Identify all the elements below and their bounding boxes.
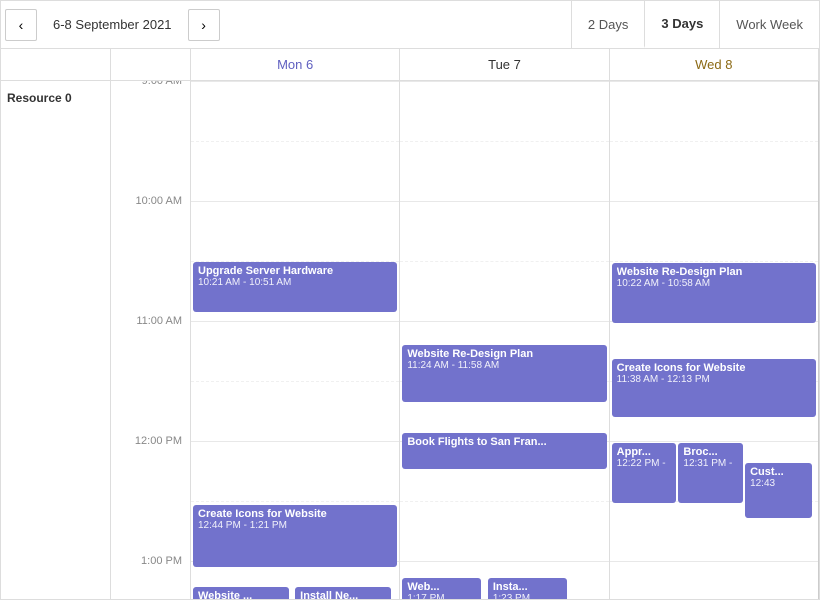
event-time: 10:21 AM - 10:51 AM <box>198 277 392 288</box>
day-column-wed: Website Re-Design Plan10:22 AM - 10:58 A… <box>610 81 819 599</box>
hour-line <box>400 201 608 202</box>
hour-line <box>610 441 818 442</box>
event-title: Create Icons for Website <box>198 508 392 520</box>
day-header-tue: Tue 7 <box>400 49 609 80</box>
event-time: 11:38 AM - 12:13 PM <box>617 374 811 385</box>
event-title: Appr... <box>617 446 672 458</box>
event-title: Cust... <box>750 466 807 478</box>
hour-line <box>400 81 608 82</box>
time-label: 10:00 AM <box>136 195 182 207</box>
calendar-app: ‹ 6-8 September 2021 › 2 Days 3 Days Wor… <box>0 0 820 600</box>
event-time: 12:31 PM - <box>683 458 738 469</box>
half-hour-line <box>400 141 608 142</box>
tab-3days[interactable]: 3 Days <box>644 1 719 48</box>
day-header-wed: Wed 8 <box>610 49 819 80</box>
event-title: Web... <box>407 581 476 593</box>
calendar-event[interactable]: Appr...12:22 PM - <box>612 443 677 503</box>
half-hour-line <box>400 501 608 502</box>
half-hour-line <box>191 501 399 502</box>
time-label: 1:00 PM <box>141 555 182 567</box>
date-range-label: 6-8 September 2021 <box>41 17 184 32</box>
resource-label: Resource 0 <box>7 91 72 105</box>
calendar-event[interactable]: Insta...1:23 PM <box>488 578 567 599</box>
tab-workweek[interactable]: Work Week <box>719 1 819 48</box>
event-title: Create Icons for Website <box>617 362 811 374</box>
event-time: 12:43 <box>750 478 807 489</box>
event-title: Website Re-Design Plan <box>617 266 811 278</box>
resource-label-header <box>1 49 111 80</box>
prev-button[interactable]: ‹ <box>5 9 37 41</box>
main-grid: Resource 0 9:00 AM 10:00 AM 11:00 AM 12:00 … <box>1 81 819 599</box>
event-title: Insta... <box>493 581 562 593</box>
event-title: Website ... <box>198 590 284 599</box>
event-time: 11:24 AM - 11:58 AM <box>407 360 601 371</box>
half-hour-line <box>400 261 608 262</box>
hour-line <box>610 201 818 202</box>
hour-line <box>610 561 818 562</box>
event-time: 12:44 PM - 1:21 PM <box>198 520 392 531</box>
half-hour-line <box>610 141 818 142</box>
hour-line <box>191 441 399 442</box>
event-time: 12:22 PM - <box>617 458 672 469</box>
event-time: 1:23 PM <box>493 593 562 599</box>
calendar-event[interactable]: Create Icons for Website12:44 PM - 1:21 … <box>193 505 397 567</box>
hour-line <box>400 321 608 322</box>
event-title: Broc... <box>683 446 738 458</box>
calendar-event[interactable]: Website Re-Design Plan11:24 AM - 11:58 A… <box>402 345 606 402</box>
calendar-event[interactable]: Website Re-Design Plan10:22 AM - 10:58 A… <box>612 263 816 323</box>
half-hour-line <box>191 381 399 382</box>
half-hour-line <box>610 261 818 262</box>
event-time: 1:17 PM <box>407 593 476 599</box>
calendar-event[interactable]: Web...1:17 PM <box>402 578 481 599</box>
time-label: 9:00 AM <box>142 81 182 87</box>
tab-2days[interactable]: 2 Days <box>571 1 644 48</box>
view-tabs: 2 Days 3 Days Work Week <box>571 1 819 48</box>
time-gutter-header <box>111 49 191 80</box>
time-gutter: 9:00 AM10:00 AM11:00 AM12:00 PM1:00 PM2:… <box>111 81 191 599</box>
calendar-event[interactable]: Cust...12:43 <box>745 463 812 518</box>
hour-line <box>191 81 399 82</box>
hour-line <box>610 81 818 82</box>
event-title: Upgrade Server Hardware <box>198 265 392 277</box>
calendar-event[interactable]: Install Ne...1:30 PM - 2:00 <box>295 587 391 599</box>
time-label: 11:00 AM <box>136 315 182 327</box>
calendar-event[interactable]: Create Icons for Website11:38 AM - 12:13… <box>612 359 816 417</box>
next-button[interactable]: › <box>188 9 220 41</box>
day-column-tue: Website Re-Design Plan11:24 AM - 11:58 A… <box>400 81 609 599</box>
hour-line <box>400 561 608 562</box>
event-title: Install Ne... <box>300 590 386 599</box>
resource-column: Resource 0 <box>1 81 111 599</box>
calendar-event[interactable]: Broc...12:31 PM - <box>678 443 743 503</box>
calendar-event[interactable]: Book Flights to San Fran... <box>402 433 606 469</box>
time-label: 12:00 PM <box>135 435 182 447</box>
header-bar: ‹ 6-8 September 2021 › 2 Days 3 Days Wor… <box>1 1 819 49</box>
event-time: 10:22 AM - 10:58 AM <box>617 278 811 289</box>
hour-line <box>191 201 399 202</box>
calendar-event[interactable]: Upgrade Server Hardware10:21 AM - 10:51 … <box>193 262 397 312</box>
event-title: Website Re-Design Plan <box>407 348 601 360</box>
day-column-mon: Upgrade Server Hardware10:21 AM - 10:51 … <box>191 81 400 599</box>
half-hour-line <box>191 141 399 142</box>
event-title: Book Flights to San Fran... <box>407 436 601 448</box>
days-area: Upgrade Server Hardware10:21 AM - 10:51 … <box>191 81 819 599</box>
day-header-row: Mon 6 Tue 7 Wed 8 <box>1 49 819 81</box>
hour-line <box>191 321 399 322</box>
calendar-event[interactable]: Website ...1:26 PM - 1:53 <box>193 587 289 599</box>
grid-scroll[interactable]: 9:00 AM10:00 AM11:00 AM12:00 PM1:00 PM2:… <box>111 81 819 599</box>
day-header-mon: Mon 6 <box>191 49 400 80</box>
